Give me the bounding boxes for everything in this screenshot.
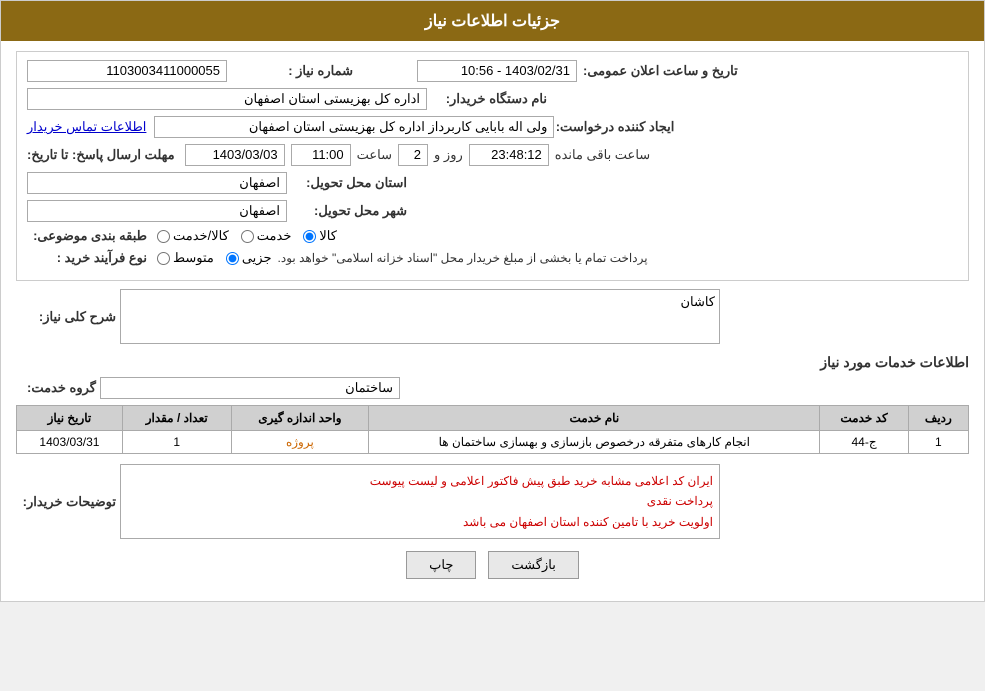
radio-khedmat-label: خدمت	[257, 228, 292, 244]
radio-kala-khedmat-item: کالا/خدمت	[157, 228, 229, 244]
ettelaatKhadamat-title: اطلاعات خدمات مورد نیاز	[16, 354, 969, 371]
radio-kala-khedmat[interactable]	[157, 230, 170, 243]
cell-namKhadamat: انجام کارهای متفرقه درخصوص بازسازی و بهس…	[369, 431, 820, 454]
date-value: 1403/03/03	[185, 144, 285, 166]
saat-label: ساعت	[357, 147, 392, 163]
row-groheKhadamat: ساختمان گروه خدمت:	[16, 377, 969, 399]
radio-khedmat[interactable]	[241, 230, 254, 243]
row-namDastgah: نام دستگاه خریدار: اداره کل بهزیستی استا…	[27, 88, 958, 110]
row-tabaqebandi: کالا/خدمت خدمت کالا طبقه بندی موضوعی:	[27, 228, 958, 244]
col-radif: ردیف	[908, 406, 968, 431]
tozih-line2: پرداخت نقدی	[127, 491, 713, 511]
col-vahed: واحد اندازه گیری	[231, 406, 369, 431]
groheKhadamat-label: گروه خدمت:	[16, 380, 96, 396]
tozih-line3: اولویت خرید با تامین کننده استان اصفهان …	[127, 512, 713, 532]
remaining-value: 23:48:12	[469, 144, 549, 166]
col-namKhadamat: نام خدمت	[369, 406, 820, 431]
page-title: جزئیات اطلاعات نیاز	[425, 13, 560, 30]
noeFarayand-note: پرداخت تمام یا بخشی از مبلغ خریدار محل "…	[278, 251, 648, 265]
saat-value: 11:00	[291, 144, 351, 166]
cell-vahed: پروژه	[231, 431, 369, 454]
radio-kala-item: کالا	[303, 228, 337, 244]
radio-kala-label: کالا	[319, 228, 337, 244]
radio-kala[interactable]	[303, 230, 316, 243]
tabaqebandi-label: طبقه بندی موضوعی:	[27, 228, 147, 244]
cell-kodKhadamat: ج-44	[820, 431, 908, 454]
ijadKonande-value: ولی اله بابایی کاربرداز اداره کل بهزیستی…	[154, 116, 554, 138]
page-header: جزئیات اطلاعات نیاز	[1, 1, 984, 41]
content-area: تاریخ و ساعت اعلان عمومی: 1403/02/31 - 1…	[1, 41, 984, 601]
ettela-link[interactable]: اطلاعات تماس خریدار	[27, 119, 146, 135]
col-kodKhadamat: کد خدمت	[820, 406, 908, 431]
row-noeFarayand: پرداخت تمام یا بخشی از مبلغ خریدار محل "…	[27, 250, 958, 266]
noeFarayand-radio-group: متوسط جزیی	[157, 250, 272, 266]
cell-tedad: 1	[122, 431, 231, 454]
shahrMahale-label: شهر محل تحویل:	[287, 203, 407, 219]
row-ijadKonande: ایجاد کننده درخواست: ولی اله بابایی کارب…	[27, 116, 958, 138]
ijadKonande-label: ایجاد کننده درخواست:	[554, 119, 674, 135]
radio-motavaset[interactable]	[157, 252, 170, 265]
radio-motavaset-label: متوسط	[173, 250, 214, 266]
shomareNiaz-value: 1103003411000055	[27, 60, 227, 82]
main-container: جزئیات اطلاعات نیاز تاریخ و ساعت اعلان ع…	[0, 0, 985, 602]
rooz-value: 2	[398, 144, 428, 166]
btn-chap[interactable]: چاپ	[406, 551, 476, 579]
noeFarayand-label: نوع فرآیند خرید :	[27, 250, 147, 266]
tozihKharidar-label: توضیحات خریدار:	[16, 494, 116, 510]
namDastgah-label: نام دستگاه خریدار:	[427, 91, 547, 107]
radio-jozi[interactable]	[226, 252, 239, 265]
row-ostanMahale: استان محل تحویل: اصفهان	[27, 172, 958, 194]
radio-jozi-label: جزیی	[242, 250, 272, 266]
radio-motavaset-item: متوسط	[157, 250, 214, 266]
radio-kala-khedmat-label: کالا/خدمت	[173, 228, 229, 244]
btn-bazgasht[interactable]: بازگشت	[488, 551, 578, 579]
sharhKolliNiaz-label: شرح کلی نیاز:	[16, 309, 116, 325]
shahrMahale-value: اصفهان	[27, 200, 287, 222]
radio-jozi-item: جزیی	[226, 250, 272, 266]
ostanMahale-label: استان محل تحویل:	[287, 175, 407, 191]
cell-tarikh: 1403/03/31	[17, 431, 123, 454]
buttons-row: بازگشت چاپ	[16, 551, 969, 579]
rooz-label: روز و	[434, 147, 463, 163]
radio-khedmat-item: خدمت	[241, 228, 292, 244]
remaining-label: ساعت باقی مانده	[555, 147, 650, 163]
groheKhadamat-value: ساختمان	[100, 377, 400, 399]
tabaqebandi-radio-group: کالا/خدمت خدمت کالا	[157, 228, 337, 244]
sharhKolliNiaz-value: کاشان	[120, 289, 720, 344]
row-mohlatErsalPasokh: ساعت باقی مانده 23:48:12 روز و 2 ساعت 11…	[27, 144, 958, 166]
col-tarikh: تاریخ نیاز	[17, 406, 123, 431]
namDastgah-value: اداره کل بهزیستی استان اصفهان	[27, 88, 427, 110]
shomareNiaz-label: شماره نیاز :	[233, 63, 353, 79]
cell-radif: 1	[908, 431, 968, 454]
table-row: 1 ج-44 انجام کارهای متفرقه درخصوص بازساز…	[17, 431, 969, 454]
row-tozihKharidar: ایران کد اعلامی مشابه خرید طبق پیش فاکتو…	[16, 464, 969, 539]
ostanMahale-value: اصفهان	[27, 172, 287, 194]
row-shahrMahale: شهر محل تحویل: اصفهان	[27, 200, 958, 222]
mohlatErsalPasokh-label: مهلت ارسال پاسخ: تا تاریخ:	[27, 147, 175, 163]
row-shomareNiaz: تاریخ و ساعت اعلان عمومی: 1403/02/31 - 1…	[27, 60, 958, 82]
tozihKharidar-value: ایران کد اعلامی مشابه خرید طبق پیش فاکتو…	[120, 464, 720, 539]
col-tedad: تعداد / مقدار	[122, 406, 231, 431]
info-section: تاریخ و ساعت اعلان عمومی: 1403/02/31 - 1…	[16, 51, 969, 281]
tarikh-value: 1403/02/31 - 10:56	[417, 60, 577, 82]
tozih-line1: ایران کد اعلامی مشابه خرید طبق پیش فاکتو…	[127, 471, 713, 491]
service-table: ردیف کد خدمت نام خدمت واحد اندازه گیری ت…	[16, 405, 969, 454]
row-sharhKolliNiaz: کاشان شرح کلی نیاز:	[16, 289, 969, 344]
tarikh-label: تاریخ و ساعت اعلان عمومی:	[583, 63, 738, 79]
